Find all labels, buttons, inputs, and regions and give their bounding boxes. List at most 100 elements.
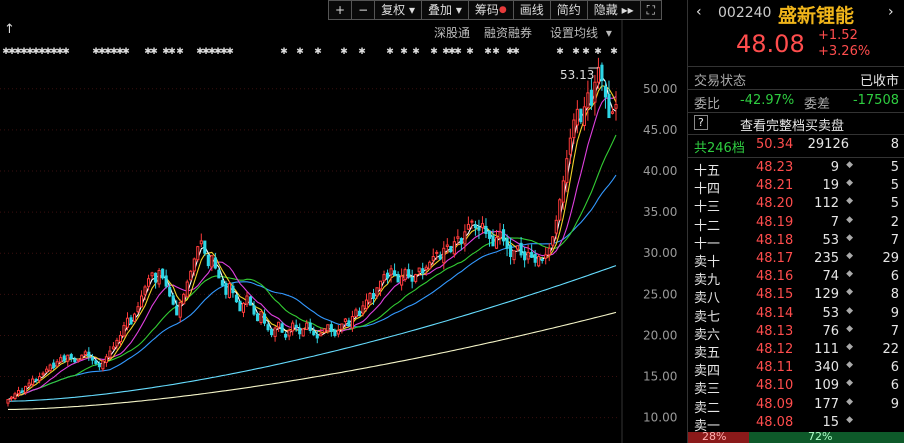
divider [688, 134, 904, 135]
ma-settings-link[interactable]: 设置均线 ▾ [542, 24, 616, 41]
event-marker: ✱ [572, 47, 580, 57]
ask-price: 48.18 [756, 232, 794, 248]
ask-row[interactable]: 十四 48.21 19 ◆ 5 [688, 178, 904, 198]
candle-up [104, 356, 108, 363]
ask-price: 48.16 [756, 269, 794, 285]
overlay-button[interactable]: 叠加 ▾ [421, 0, 469, 20]
candle-up [424, 266, 428, 270]
chart-toolbar: + − 复权 ▾ 叠加 ▾ 筹码● 画线 简约 隐藏 ▸▸ ⛶ [328, 0, 663, 20]
candle-up [16, 390, 21, 395]
ask-volume: 53 [822, 305, 839, 321]
candle-up [389, 268, 393, 276]
candle-down [34, 379, 38, 382]
ask-row[interactable]: 卖八 48.15 129 ◆ 8 [688, 287, 904, 307]
candle-up [547, 247, 551, 256]
ask-row[interactable]: 十五 48.23 9 ◆ 5 [688, 160, 904, 179]
next-arrow-icon[interactable]: › [888, 4, 894, 20]
candle-up [537, 256, 541, 267]
kline-chart[interactable]: 10.00 15.00 20.00 25.00 30.00 35.00 40.00 45.00… [0, 0, 687, 443]
margin-link[interactable]: 融资融券 [480, 24, 536, 41]
ask-count: 5 [890, 160, 899, 175]
ask-row[interactable]: 卖九 48.16 74 ◆ 6 [688, 269, 904, 288]
ask-row[interactable]: 十三 48.20 112 ◆ 5 [688, 196, 904, 216]
candle-up [118, 334, 123, 342]
candle-down [248, 296, 253, 306]
ask-row[interactable]: 卖三 48.10 109 ◆ 6 [688, 378, 904, 397]
candle-down [449, 245, 453, 253]
diamond-icon: ◆ [846, 305, 853, 316]
candle-up [132, 313, 137, 322]
ask-level: 十三 [694, 200, 721, 216]
candle-up [80, 354, 84, 360]
candle-down [255, 313, 260, 322]
candle-up [55, 361, 59, 367]
ask-level: 卖七 [694, 309, 721, 325]
candle-down [371, 293, 376, 299]
ask-row[interactable]: 卖五 48.12 111 ◆ 22 [688, 342, 904, 361]
ma120-line [8, 265, 617, 402]
candle-up [305, 322, 309, 331]
chip-button[interactable]: 筹码● [468, 0, 514, 20]
ask-row[interactable]: 十一 48.18 53 ◆ 7 [688, 232, 904, 252]
fuquan-button[interactable]: 复权 ▾ [375, 0, 422, 20]
ask-volume: 340 [814, 360, 839, 376]
ask-level: 十一 [694, 236, 721, 252]
event-marker: ✱ [296, 47, 304, 57]
ask-row[interactable]: 卖四 48.11 340 ◆ 6 [688, 360, 904, 379]
candle-down [530, 252, 534, 258]
candle-down [312, 330, 316, 336]
help-icon[interactable]: ? [694, 115, 708, 130]
expand-icon[interactable]: ⛶ [640, 0, 663, 20]
candle-up [572, 119, 576, 139]
y-tick-label: 25.00 [643, 287, 677, 301]
zoom-out-button[interactable]: − [352, 0, 376, 20]
ask-level: 十四 [694, 182, 721, 198]
total-vol: 29126 [807, 137, 849, 152]
candle-up [192, 258, 196, 272]
candle-up [435, 251, 439, 254]
up-arrow-icon[interactable]: ↑ [4, 22, 15, 37]
y-tick-label: 35.00 [643, 205, 677, 219]
candle-down [533, 253, 537, 263]
divider [688, 112, 904, 113]
hk-connect-link[interactable]: 深股通 [430, 24, 474, 41]
candle-down [329, 324, 333, 332]
ask-row[interactable]: 十二 48.19 7 ◆ 2 [688, 215, 904, 234]
candle-down [206, 254, 210, 267]
simple-button[interactable]: 简约 [550, 0, 588, 20]
event-marker: ✱ [168, 47, 176, 57]
candle-down [308, 322, 312, 332]
event-marker: ✱ [412, 47, 420, 57]
status-label: 交易状态 [694, 74, 747, 89]
price-change: +1.52 +3.26% [818, 28, 870, 60]
ask-volume: 111 [814, 342, 839, 357]
candle-down [603, 85, 608, 98]
event-marker: ✱ [430, 47, 438, 57]
zoom-in-button[interactable]: + [328, 0, 353, 20]
hide-button[interactable]: 隐藏 ▸▸ [587, 0, 641, 20]
ask-count: 7 [890, 232, 899, 248]
full-book-link[interactable]: 查看完整档买卖盘 [740, 115, 844, 134]
ask-count: 9 [890, 396, 899, 412]
ask-row[interactable]: 卖六 48.13 76 ◆ 7 [688, 324, 904, 343]
ask-row[interactable]: 卖七 48.14 53 ◆ 9 [688, 305, 904, 325]
candle-up [245, 295, 249, 305]
candle-up [466, 223, 470, 230]
candle-down [396, 273, 400, 283]
candle-up [414, 274, 418, 282]
candle-down [220, 280, 224, 286]
ask-row[interactable]: 卖十 48.17 235 ◆ 29 [688, 251, 904, 270]
event-marker: ✱ [314, 47, 322, 57]
candle-up [136, 306, 140, 313]
status-value: 已收市 [859, 74, 899, 89]
draw-line-button[interactable]: 画线 [513, 0, 551, 20]
candle-up [83, 351, 87, 355]
candle-down [386, 272, 390, 279]
candle-up [122, 325, 126, 337]
event-marker: ✱ [176, 47, 184, 57]
ask-row[interactable]: 卖二 48.09 177 ◆ 9 [688, 396, 904, 416]
candle-up [456, 236, 460, 239]
ask-level: 卖八 [694, 291, 721, 307]
prev-arrow-icon[interactable]: ‹ [696, 4, 702, 20]
candle-up [259, 311, 263, 323]
